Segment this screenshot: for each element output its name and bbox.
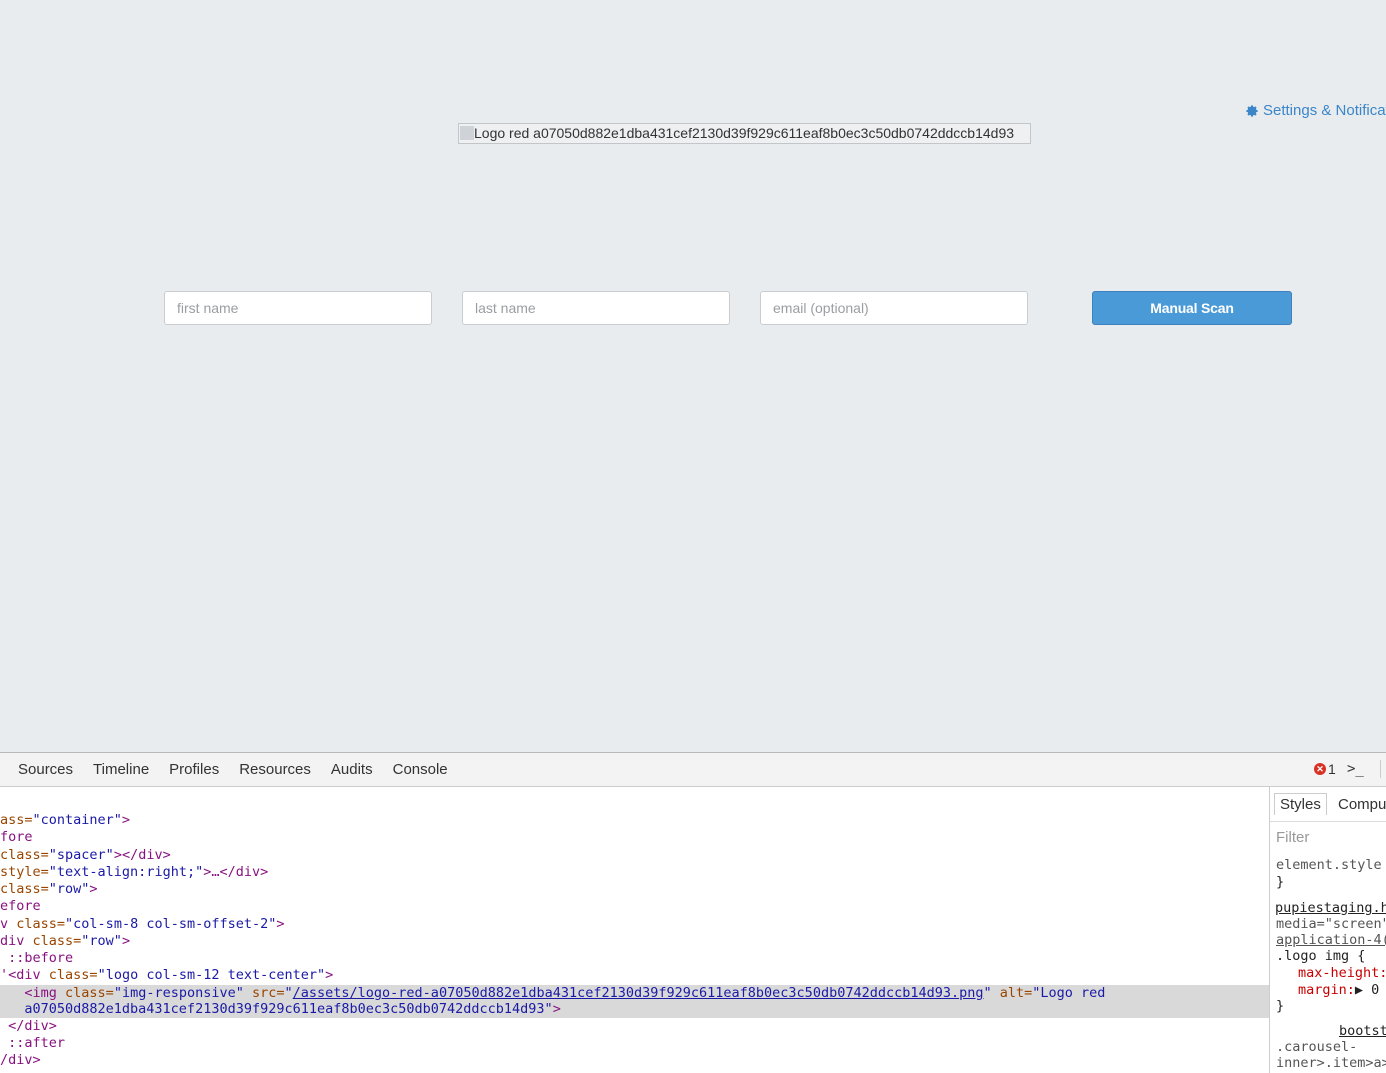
bootstrap-source-link[interactable]: bootst (1339, 1023, 1386, 1040)
logo-image-broken: Logo red a07050d882e1dba431cef2130d39f92… (458, 123, 1031, 144)
email-input[interactable] (760, 291, 1028, 325)
rule-close: } (1276, 998, 1285, 1014)
styles-filter-input[interactable]: Filter (1276, 829, 1309, 846)
tree-line[interactable]: class="row"> (0, 881, 98, 898)
settings-link-label: Settings & Notificati (1263, 102, 1386, 119)
tree-line[interactable]: /div> (0, 1052, 41, 1069)
devtools-panel: Sources Timeline Profiles Resources Audi… (0, 752, 1386, 1073)
css-selector: .logo img { (1276, 948, 1366, 964)
last-name-input[interactable] (462, 291, 730, 325)
rule-close: } (1276, 874, 1285, 890)
tab-resources[interactable]: Resources (239, 761, 311, 778)
devtools-tabbar: Sources Timeline Profiles Resources Audi… (0, 753, 1386, 787)
tab-profiles[interactable]: Profiles (169, 761, 219, 778)
logo-alt-text: Logo red a07050d882e1dba431cef2130d39f92… (474, 125, 1015, 141)
tree-line[interactable]: </div> (0, 1018, 57, 1035)
css-property[interactable]: max-height: (1298, 965, 1386, 982)
tree-line[interactable]: class="spacer"></div> (0, 847, 171, 864)
tab-sources[interactable]: Sources (18, 761, 73, 778)
settings-notifications-link[interactable]: Settings & Notificati (1245, 102, 1386, 119)
tree-line[interactable]: ::before (0, 950, 73, 967)
tree-line[interactable]: style="text-align:right;">…</div> (0, 864, 268, 881)
error-icon: ✕ (1314, 763, 1326, 775)
page-area: Settings & Notificati Logo red a07050d88… (0, 0, 1386, 752)
manual-scan-button[interactable]: Manual Scan (1092, 291, 1292, 325)
tab-timeline[interactable]: Timeline (93, 761, 149, 778)
tree-line-selected[interactable]: a07050d882e1dba431cef2130d39f929c611eaf8… (0, 1001, 560, 1018)
first-name-input[interactable] (164, 291, 432, 325)
tree-line[interactable]: ::after (0, 1035, 65, 1052)
tab-styles[interactable]: Styles (1274, 793, 1327, 815)
broken-image-icon (460, 126, 474, 140)
tab-audits[interactable]: Audits (331, 761, 373, 778)
sidebar-tabs: Styles Compu (1270, 787, 1386, 822)
css-property-margin[interactable]: margin:▶ 0 (1298, 982, 1379, 999)
tab-console[interactable]: Console (393, 761, 448, 778)
asset-link[interactable]: /assets/logo-red-a07050d882e1dba431cef21… (293, 985, 984, 1001)
gear-icon (1246, 104, 1258, 117)
css-selector: .carousel- (1276, 1039, 1358, 1055)
elements-tree: ass="container"> fore class="spacer"></d… (0, 787, 1269, 1073)
source-link[interactable]: pupiestaging.h (1275, 900, 1386, 917)
css-selector: inner>.item>a> (1276, 1055, 1386, 1071)
source-link-2[interactable]: application-4( (1276, 932, 1386, 949)
error-count: 1 (1328, 761, 1336, 777)
tree-line[interactable]: fore (0, 829, 33, 846)
tree-line[interactable]: v class="col-sm-8 col-sm-offset-2"> (0, 916, 285, 933)
tree-line[interactable]: '<div class="logo col-sm-12 text-center"… (0, 967, 333, 984)
divider (1380, 760, 1381, 778)
error-counter[interactable]: ✕ 1 (1314, 761, 1336, 777)
tree-line[interactable]: ass="container"> (0, 812, 130, 829)
element-style-rule: element.style (1276, 857, 1382, 873)
tab-computed[interactable]: Compu (1338, 796, 1386, 813)
styles-sidebar: Styles Compu Filter element.style } pupi… (1269, 787, 1386, 1073)
console-drawer-icon[interactable]: >_ (1347, 761, 1364, 777)
media-query: media="screen" (1276, 916, 1386, 932)
tree-line-selected[interactable]: <img class="img-responsive" src="/assets… (0, 985, 1105, 1002)
tree-line[interactable]: efore (0, 898, 41, 915)
tree-line[interactable]: div class="row"> (0, 933, 130, 950)
